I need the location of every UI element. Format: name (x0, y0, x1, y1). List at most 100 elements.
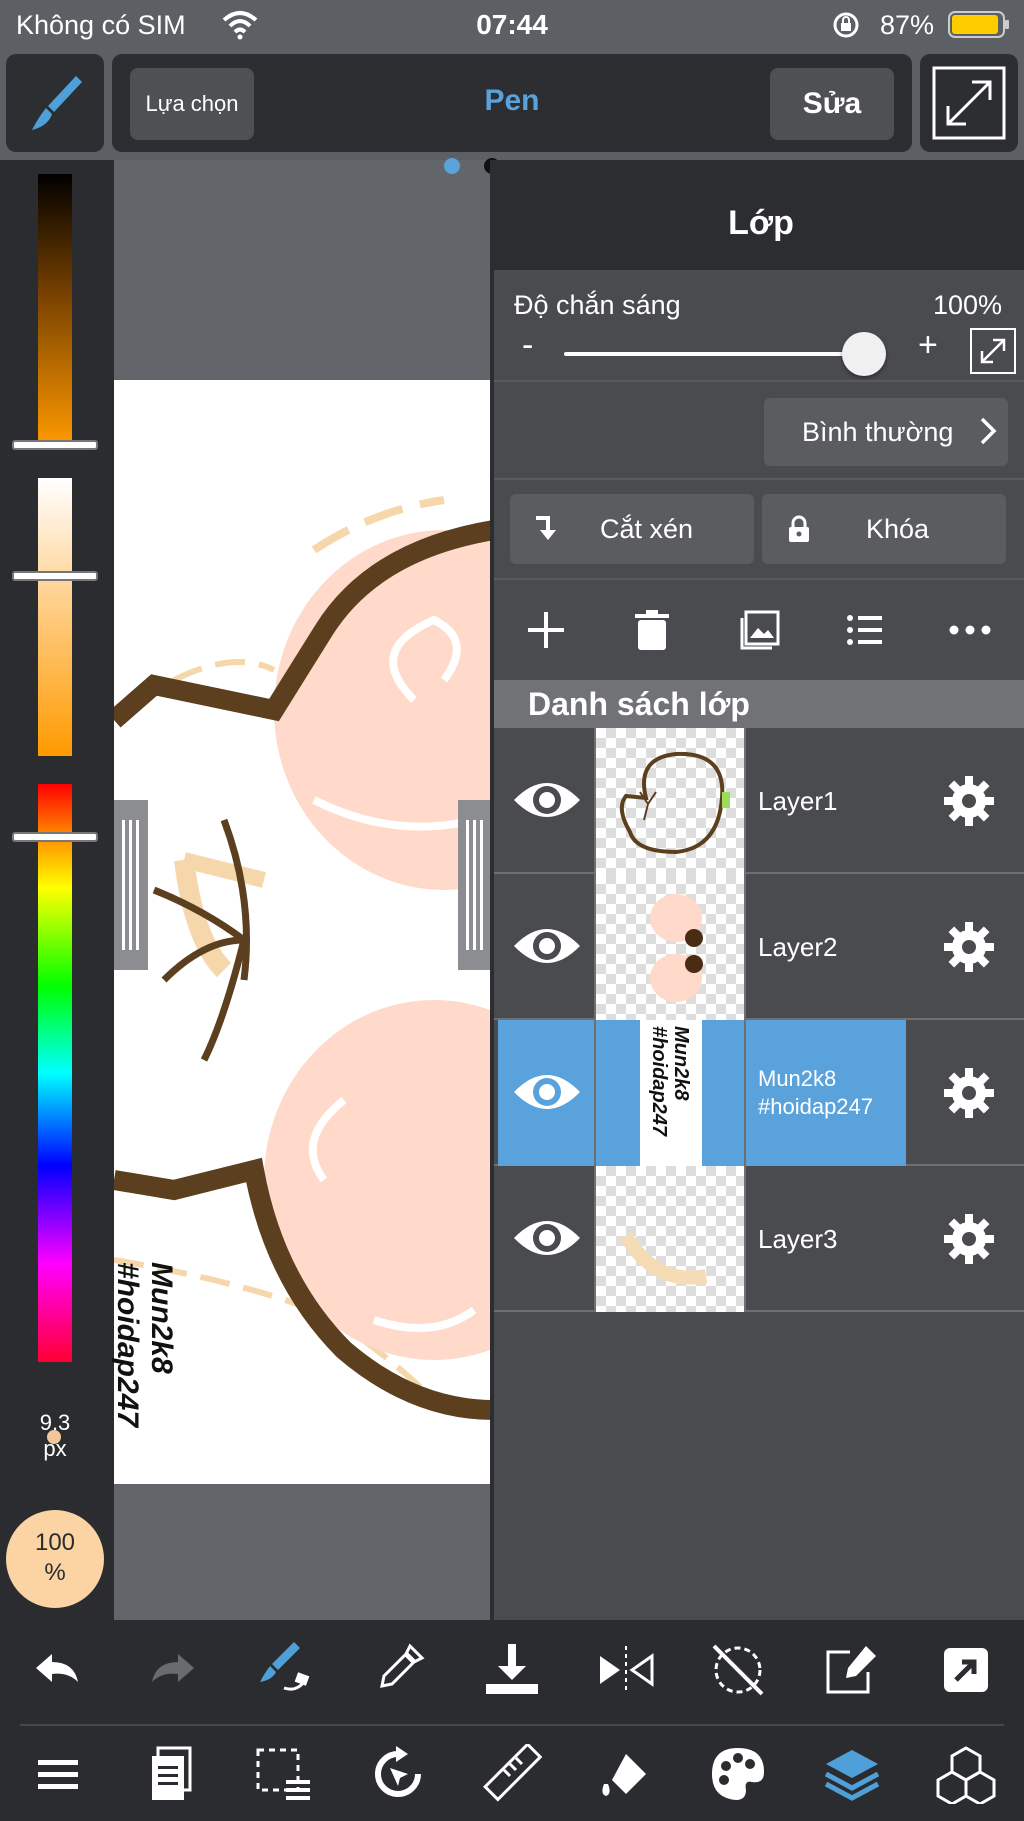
handle-line (480, 820, 483, 950)
brush-icon (32, 76, 82, 130)
tool-info-bar: Lựa chọn Pen Sửa (112, 54, 912, 152)
hue-slider[interactable] (38, 784, 72, 1362)
visibility-toggle[interactable] (498, 1020, 596, 1166)
brush-opacity-button[interactable]: 100 % (6, 1510, 104, 1608)
visibility-toggle[interactable] (498, 1166, 596, 1312)
add-layer-icon[interactable] (524, 608, 568, 652)
layer-settings-button[interactable] (906, 1166, 1024, 1312)
layer-settings-button[interactable] (906, 874, 1024, 1020)
blend-mode-label: Bình thường (802, 416, 954, 447)
layer1-thumbnail-art (619, 751, 730, 855)
lock-icon (789, 515, 809, 542)
selection-icon[interactable] (254, 1744, 314, 1804)
eye-icon (514, 929, 580, 963)
edit-button[interactable]: Sửa (770, 68, 894, 140)
opacity-increase-button[interactable]: + (918, 326, 938, 365)
clock: 07:44 (476, 9, 548, 40)
brightness-handle[interactable] (12, 440, 98, 450)
gear-icon (944, 776, 994, 826)
expand-icon (980, 338, 1006, 364)
layer-row-text[interactable]: Mun2k8 #hoidap247 Mun2k8 #hoidap247 (494, 1020, 1024, 1166)
toolbar-divider (20, 1724, 1004, 1726)
clipping-button[interactable]: Cắt xén (510, 494, 754, 564)
eyedropper-icon[interactable] (368, 1640, 428, 1700)
handle-line (122, 820, 125, 950)
save-icon[interactable] (482, 1640, 542, 1700)
handle-line (136, 820, 139, 950)
eye-icon (514, 1075, 580, 1109)
ruler-icon[interactable] (482, 1744, 542, 1804)
gear-icon (944, 1068, 994, 1118)
layer-opacity-row: Độ chắn sáng 100% - + (494, 270, 1024, 382)
layer-tools-row (494, 580, 1024, 680)
layers-icon[interactable] (822, 1744, 882, 1804)
blend-mode-button[interactable]: Bình thường (764, 398, 1008, 466)
fill-icon[interactable] (596, 1744, 656, 1804)
battery-percent: 87% (880, 10, 935, 40)
delete-layer-icon[interactable] (630, 608, 674, 652)
layer-row-layer2[interactable]: Layer2 (494, 874, 1024, 1020)
share-icon[interactable] (936, 1640, 996, 1700)
bottom-toolbar (0, 1620, 1024, 1821)
chevron-right-icon (980, 417, 997, 445)
blend-mode-row: Bình thường (494, 382, 1024, 480)
clipping-label: Cắt xén (600, 513, 694, 544)
layer-row-layer1[interactable]: Layer1 (494, 728, 1024, 874)
canvas-scroll-handle-right[interactable] (458, 800, 494, 970)
fullscreen-button[interactable] (920, 54, 1018, 152)
layer-opacity-value: 100% (932, 290, 1002, 320)
layer-name: Mun2k8 #hoidap247 (746, 1020, 906, 1166)
pages-icon[interactable] (142, 1744, 202, 1804)
layer-list-icon[interactable] (842, 608, 886, 652)
saturation-slider[interactable] (38, 478, 72, 756)
thumbnail-text: Mun2k8 #hoidap247 (648, 1026, 692, 1137)
color-sidebar: 9.3 px 100 % (0, 160, 114, 1620)
layer-panel-title: Lớp (728, 204, 794, 242)
handle-line (473, 820, 476, 950)
layer-name: Layer2 (758, 931, 838, 962)
layer-thumbnail: Mun2k8 #hoidap247 (596, 1020, 746, 1166)
brush-size-preview (47, 1430, 61, 1444)
import-image-icon[interactable] (738, 608, 782, 652)
transform-icon[interactable] (368, 1744, 428, 1804)
undo-icon[interactable] (28, 1640, 88, 1700)
canvas-scroll-handle-left[interactable] (114, 800, 148, 970)
canvas-watermark-text: Mun2k8 #hoidap247 (111, 1262, 178, 1428)
rotation-lock-icon (833, 12, 859, 38)
layer-opacity-slider[interactable] (564, 352, 864, 356)
gear-icon (944, 1214, 994, 1264)
edit-frame-icon[interactable] (822, 1640, 882, 1700)
layer-list-header: Danh sách lớp (494, 680, 1024, 728)
layer-settings-button[interactable] (906, 728, 1024, 874)
menu-icon[interactable] (28, 1744, 88, 1804)
fullscreen-icon (932, 66, 1006, 140)
opacity-decrease-button[interactable]: - (522, 326, 533, 365)
redo-icon[interactable] (142, 1640, 202, 1700)
hue-handle[interactable] (12, 832, 98, 842)
layer-row-layer3[interactable]: Layer3 (494, 1166, 1024, 1312)
brush-transform-icon[interactable] (254, 1638, 314, 1698)
layer3-thumbnail-art (619, 1232, 708, 1285)
layer-name: Layer1 (758, 785, 838, 816)
opacity-expand-button[interactable] (970, 328, 1016, 374)
layer-settings-button[interactable] (906, 1020, 1024, 1166)
brush-tool-button[interactable] (6, 54, 104, 152)
brightness-slider[interactable] (38, 174, 72, 446)
status-bar: Không có SIM 07:44 87% (0, 0, 1024, 50)
clipping-icon (536, 516, 556, 540)
saturation-handle[interactable] (12, 571, 98, 581)
more-options-icon[interactable] (948, 608, 992, 652)
layer-opacity-knob[interactable] (842, 332, 886, 376)
flip-icon[interactable] (596, 1640, 656, 1700)
visibility-toggle[interactable] (498, 728, 596, 874)
clip-lock-row: Cắt xén Khóa (494, 480, 1024, 580)
layer-name: Layer3 (758, 1223, 838, 1254)
lock-button[interactable]: Khóa (762, 494, 1006, 564)
handle-line (466, 820, 469, 950)
rotate-lock-icon[interactable] (708, 1640, 768, 1700)
layer-thumbnail (596, 1166, 746, 1312)
visibility-toggle[interactable] (498, 874, 596, 1020)
materials-icon[interactable] (936, 1744, 996, 1804)
layer-thumbnail (596, 874, 746, 1020)
palette-icon[interactable] (708, 1744, 768, 1804)
